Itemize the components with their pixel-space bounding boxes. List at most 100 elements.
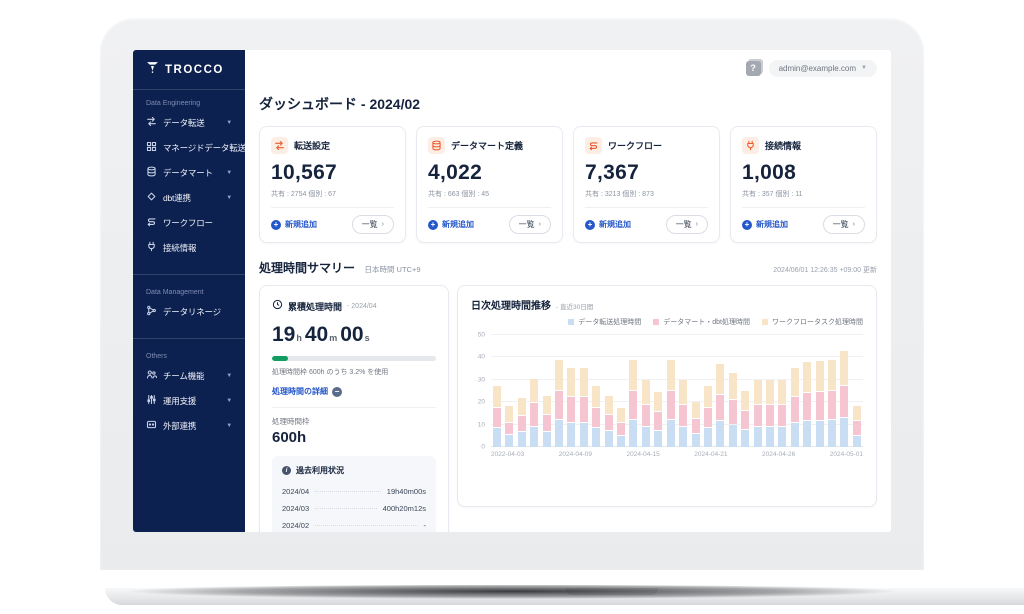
- stacked-bar[interactable]: [741, 391, 750, 447]
- stacked-bar[interactable]: [493, 385, 501, 447]
- y-axis-tick: 40: [477, 353, 485, 361]
- stacked-bar[interactable]: [803, 362, 812, 447]
- legend-swatch: [762, 319, 768, 325]
- add-new-button[interactable]: + 新規追加: [271, 219, 317, 230]
- chart-legend: データ転送処理時間 データマート・dbt処理時間 ワークフロータスク処理時間: [471, 317, 863, 327]
- stacked-bar[interactable]: [604, 395, 613, 447]
- summary-row: 累積処理時間 - 2024/04 19h 40m 00s 処理時間枠 600h のう…: [259, 285, 877, 532]
- sidebar-section: Data Management データリネージ: [133, 274, 245, 330]
- sidebar-item-label: マネージドデータ転送: [163, 142, 245, 153]
- sidebar-item-label: 外部連携: [163, 420, 197, 431]
- help-icon[interactable]: ?: [745, 60, 761, 76]
- stat-card-breakdown: 共有 : 3213 個別 : 873: [585, 191, 654, 198]
- logo[interactable]: TROCCO: [133, 50, 245, 90]
- stacked-bar[interactable]: [790, 367, 799, 447]
- clock-icon: [272, 297, 283, 315]
- stacked-bar[interactable]: [827, 359, 836, 447]
- cumulative-period: - 2024/04: [347, 302, 377, 310]
- stacked-bar[interactable]: [728, 373, 737, 447]
- chevron-right-icon: ›: [538, 221, 541, 228]
- legend-item: データマート・dbt処理時間: [653, 317, 750, 327]
- plus-icon: +: [585, 219, 595, 230]
- connection-icon: [146, 241, 157, 254]
- team-icon: [146, 369, 158, 382]
- y-axis-tick: 10: [477, 421, 485, 429]
- add-new-button[interactable]: + 新規追加: [428, 219, 474, 230]
- sidebar-section-label: Data Management: [146, 289, 204, 296]
- summary-title: 処理時間サマリー: [259, 261, 356, 275]
- info-icon: i: [282, 466, 291, 475]
- chart-subtitle: - 直近30日間: [556, 304, 594, 311]
- list-button[interactable]: 一覧 ›: [822, 215, 865, 234]
- chevron-down-icon: ▼: [226, 372, 232, 379]
- legend-swatch: [653, 319, 660, 325]
- stacked-bar[interactable]: [530, 378, 539, 447]
- y-axis-tick: 0: [481, 443, 485, 451]
- stacked-bar[interactable]: [617, 408, 626, 447]
- chevron-right-icon: ›: [695, 221, 698, 228]
- cumulative-time-value: 19h 40m 00s: [272, 323, 370, 346]
- stacked-bar[interactable]: [753, 380, 762, 447]
- sidebar-item[interactable]: dbt連携 ▼: [133, 185, 245, 210]
- sidebar-item-label: 運用支援: [163, 395, 197, 406]
- x-axis-tick: 2024-04-26: [762, 451, 796, 458]
- laptop-shadow: [18, 585, 1006, 603]
- logo-text: TROCCO: [165, 63, 224, 76]
- stacked-bar[interactable]: [679, 380, 688, 447]
- stacked-bar[interactable]: [579, 367, 588, 447]
- sidebar-item[interactable]: マネージドデータ転送: [133, 135, 245, 160]
- summary-timezone-note: 日本時間 UTC+9: [364, 265, 421, 274]
- stacked-bar[interactable]: [691, 402, 700, 447]
- stat-card-value: 10,567: [271, 161, 338, 184]
- stacked-bar[interactable]: [666, 359, 675, 447]
- sidebar-item-label: データマート: [163, 167, 213, 178]
- list-label: 一覧: [361, 220, 378, 229]
- stacked-bar[interactable]: [703, 385, 712, 447]
- summary-updated-at: 2024/06/01 12:26:35 +09:00 更新: [773, 267, 877, 274]
- stat-card-value: 1,008: [742, 161, 797, 184]
- list-label: 一覧: [675, 220, 692, 229]
- stacked-bar[interactable]: [716, 364, 725, 447]
- stacked-bar[interactable]: [778, 380, 787, 447]
- history-value: 400h20m12s: [382, 504, 426, 513]
- sidebar-item[interactable]: チーム機能 ▼: [133, 363, 245, 388]
- stacked-bar[interactable]: [815, 361, 824, 447]
- page-title: ダッシュボード - 2024/02: [259, 96, 421, 112]
- processing-time-details-link[interactable]: 処理時間の詳細 −: [272, 386, 436, 397]
- stacked-bar[interactable]: [555, 359, 564, 447]
- sidebar-item-label: 接続情報: [163, 242, 197, 253]
- sidebar-item[interactable]: データマート ▼: [133, 160, 245, 185]
- page: TROCCO Data Engineering データ転送 ▼ マネージドデータ転送デ…: [0, 0, 1024, 614]
- stacked-bar[interactable]: [765, 380, 774, 447]
- sidebar-item[interactable]: 外部連携 ▼: [133, 413, 245, 438]
- list-button[interactable]: 一覧 ›: [665, 215, 708, 234]
- dbt-icon: [146, 191, 157, 204]
- stacked-bar[interactable]: [567, 367, 576, 447]
- account-menu[interactable]: admin@example.com ▼: [768, 59, 877, 77]
- history-period: 2024/04: [282, 487, 310, 496]
- sidebar-item[interactable]: 接続情報: [133, 235, 245, 260]
- sidebar-item[interactable]: 運用支援 ▼: [133, 388, 245, 413]
- stacked-bar[interactable]: [505, 405, 514, 447]
- stacked-bar[interactable]: [517, 397, 526, 447]
- stacked-bar[interactable]: [852, 405, 861, 447]
- add-new-button[interactable]: + 新規追加: [585, 219, 631, 230]
- sidebar-item[interactable]: ワークフロー: [133, 210, 245, 235]
- stacked-bar[interactable]: [592, 385, 601, 447]
- stacked-bar[interactable]: [641, 380, 650, 447]
- stacked-bar[interactable]: [629, 359, 638, 447]
- stat-card: データマート定義 4,022 共有 : 663 個別 : 45 + 新規追加 一…: [416, 126, 563, 243]
- stacked-bar[interactable]: [654, 392, 663, 447]
- sidebar-item[interactable]: データ転送 ▼: [133, 110, 245, 135]
- list-button[interactable]: 一覧 ›: [508, 215, 551, 234]
- stacked-bar[interactable]: [542, 395, 551, 447]
- stat-card: 転送設定 10,567 共有 : 2754 個別 : 67 + 新規追加 一覧 …: [259, 126, 406, 243]
- history-period: 2024/03: [282, 504, 310, 513]
- list-button[interactable]: 一覧 ›: [351, 215, 394, 234]
- sidebar-item[interactable]: データリネージ: [133, 299, 245, 324]
- stacked-bar[interactable]: [840, 350, 849, 447]
- add-new-button[interactable]: + 新規追加: [742, 219, 788, 230]
- dashboard-content: ダッシュボード - 2024/02 転送設定 10,567 共有 : 2754 …: [245, 86, 891, 532]
- datamart-icon: [428, 137, 445, 154]
- x-axis-tick: 2024-04-15: [626, 451, 660, 458]
